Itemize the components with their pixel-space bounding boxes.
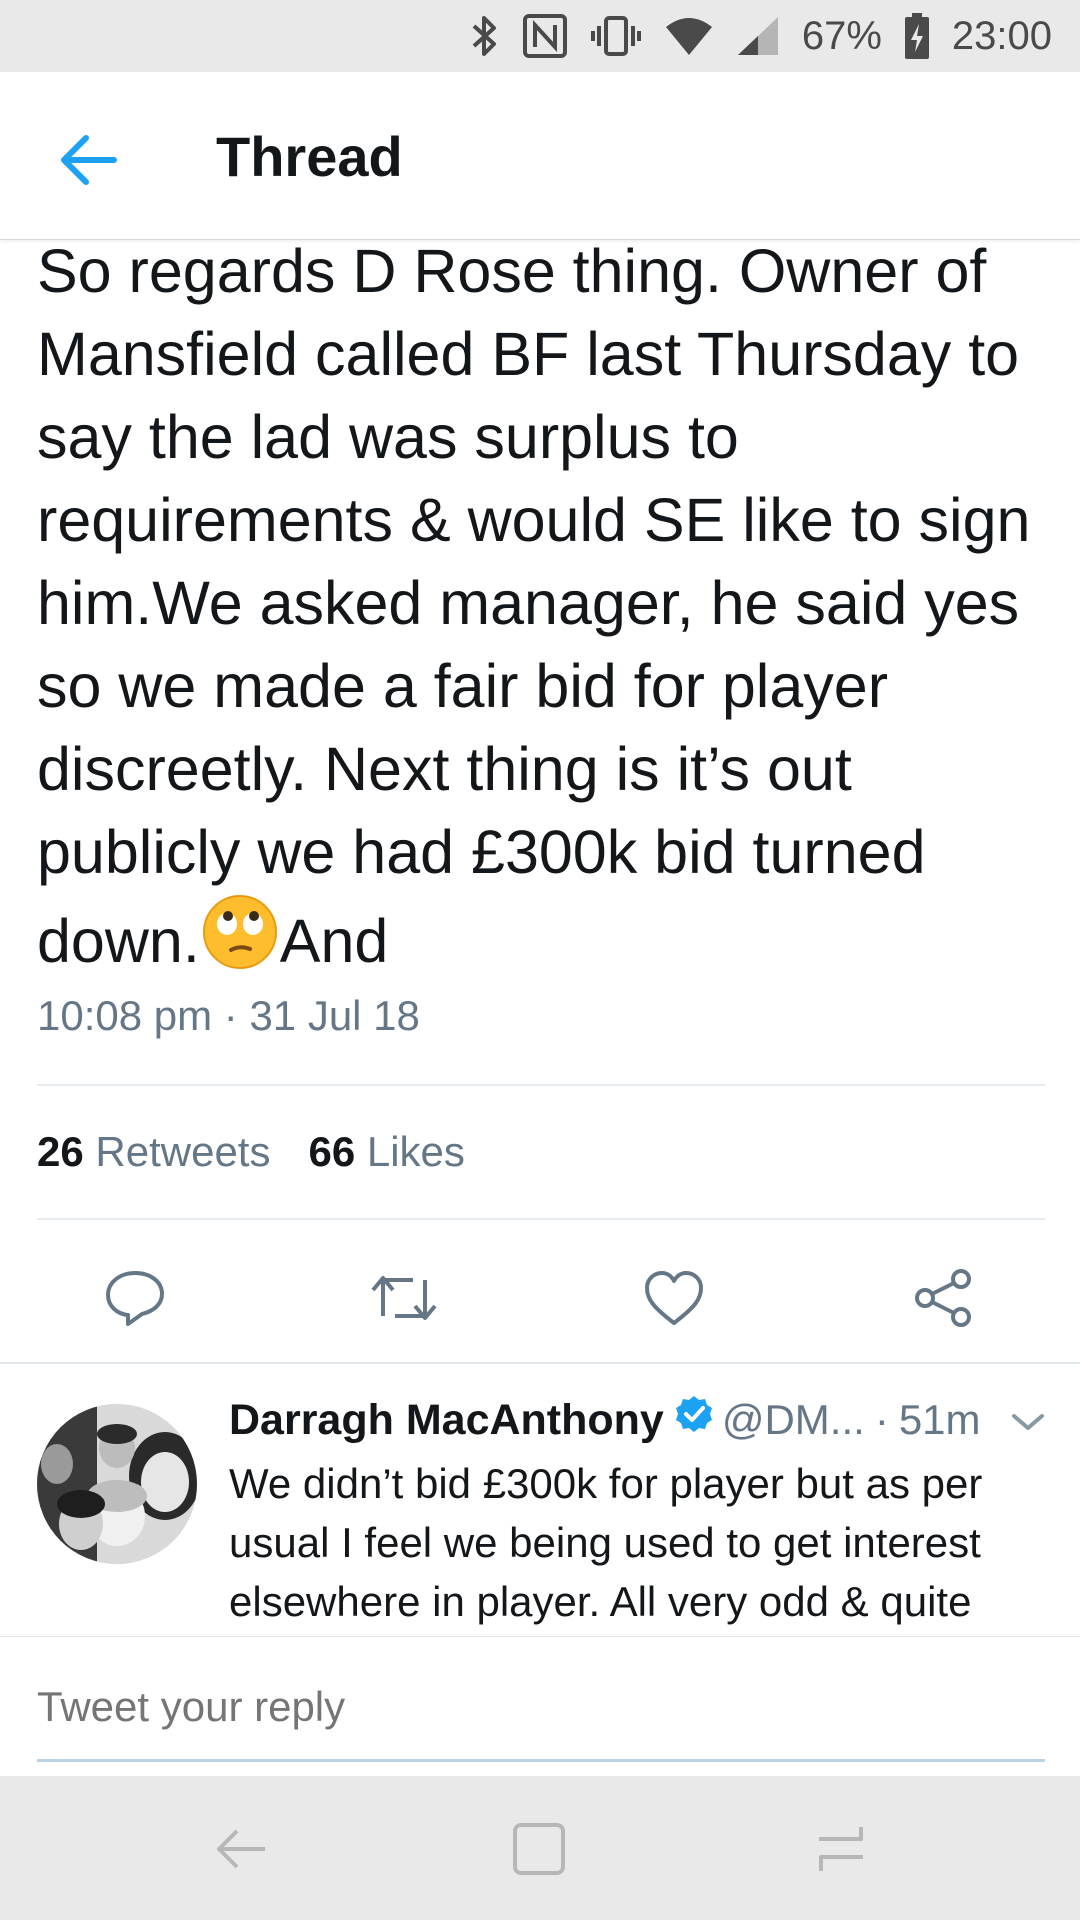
- reply-text: We didn’t bid £300k for player but as pe…: [229, 1460, 983, 1625]
- reply-menu-button[interactable]: [1010, 1410, 1046, 1439]
- retweets-count: 26: [37, 1128, 84, 1175]
- likes-count: 66: [308, 1128, 356, 1175]
- eye-roll-emoji-icon: [202, 894, 278, 970]
- reply-input[interactable]: [37, 1683, 578, 1731]
- reply-header: Darragh MacAnthony @DM... · 51m: [229, 1394, 981, 1445]
- likes-stat[interactable]: 66 Likes: [308, 1128, 464, 1176]
- system-nav-bar: [0, 1776, 1080, 1920]
- retweets-stat[interactable]: 26 Retweets: [37, 1128, 270, 1176]
- battery-icon: [904, 12, 930, 60]
- status-bar: 67% 23:00: [0, 0, 1080, 72]
- reply-author-handle[interactable]: @DM...: [722, 1396, 865, 1444]
- tweet-text-tail: And: [279, 907, 389, 975]
- battery-percentage: 67%: [801, 13, 882, 58]
- retweets-label: Retweets: [95, 1128, 271, 1175]
- tweet-actions: [0, 1258, 1080, 1342]
- chevron-down-icon: [1010, 1414, 1046, 1438]
- divider: [37, 1218, 1045, 1220]
- reply-button[interactable]: [93, 1258, 177, 1342]
- nav-square-icon: [511, 1821, 567, 1882]
- retweet-button[interactable]: [362, 1258, 446, 1342]
- section-divider: [0, 1362, 1080, 1364]
- clock: 23:00: [951, 13, 1052, 58]
- avatar[interactable]: [37, 1404, 197, 1564]
- reply-icon: [104, 1269, 166, 1332]
- nfc-icon: [522, 13, 568, 59]
- tweet-text-main: So regards D Rose thing. Owner of Mansfi…: [37, 237, 1048, 975]
- nav-recents-button[interactable]: [806, 1816, 876, 1886]
- separator-dot: ·: [874, 1396, 889, 1443]
- page-title: Thread: [216, 125, 403, 188]
- vibrate-icon: [590, 14, 642, 58]
- divider: [37, 1084, 1045, 1086]
- reply-time: 51m: [898, 1396, 981, 1443]
- app-header: Thread: [0, 72, 1080, 240]
- back-button[interactable]: [56, 130, 120, 194]
- share-icon: [913, 1267, 975, 1334]
- share-button[interactable]: [902, 1258, 986, 1342]
- back-arrow-icon: [58, 132, 118, 193]
- reply-author-name[interactable]: Darragh MacAnthony: [229, 1396, 664, 1445]
- nav-home-button[interactable]: [504, 1816, 574, 1886]
- tweet-text: So regards D Rose thing. Owner of Mansfi…: [37, 230, 1047, 983]
- reply-composer: [0, 1636, 1080, 1776]
- tweet-stats: 26 Retweets 66 Likes: [37, 1128, 465, 1176]
- reply-input-underline: [37, 1759, 1045, 1762]
- wifi-icon: [664, 15, 714, 57]
- like-icon: [643, 1269, 705, 1332]
- tweet-timestamp[interactable]: 10:08 pm · 31 Jul 18: [37, 992, 420, 1040]
- signal-icon: [736, 15, 780, 57]
- like-button[interactable]: [632, 1258, 716, 1342]
- likes-label: Likes: [366, 1128, 465, 1175]
- retweet-icon: [369, 1270, 439, 1331]
- nav-back-icon: [213, 1821, 269, 1882]
- nav-back-button[interactable]: [206, 1816, 276, 1886]
- nav-recents-icon: [813, 1821, 869, 1882]
- verified-badge-icon: [674, 1394, 714, 1444]
- bluetooth-icon: [470, 14, 500, 58]
